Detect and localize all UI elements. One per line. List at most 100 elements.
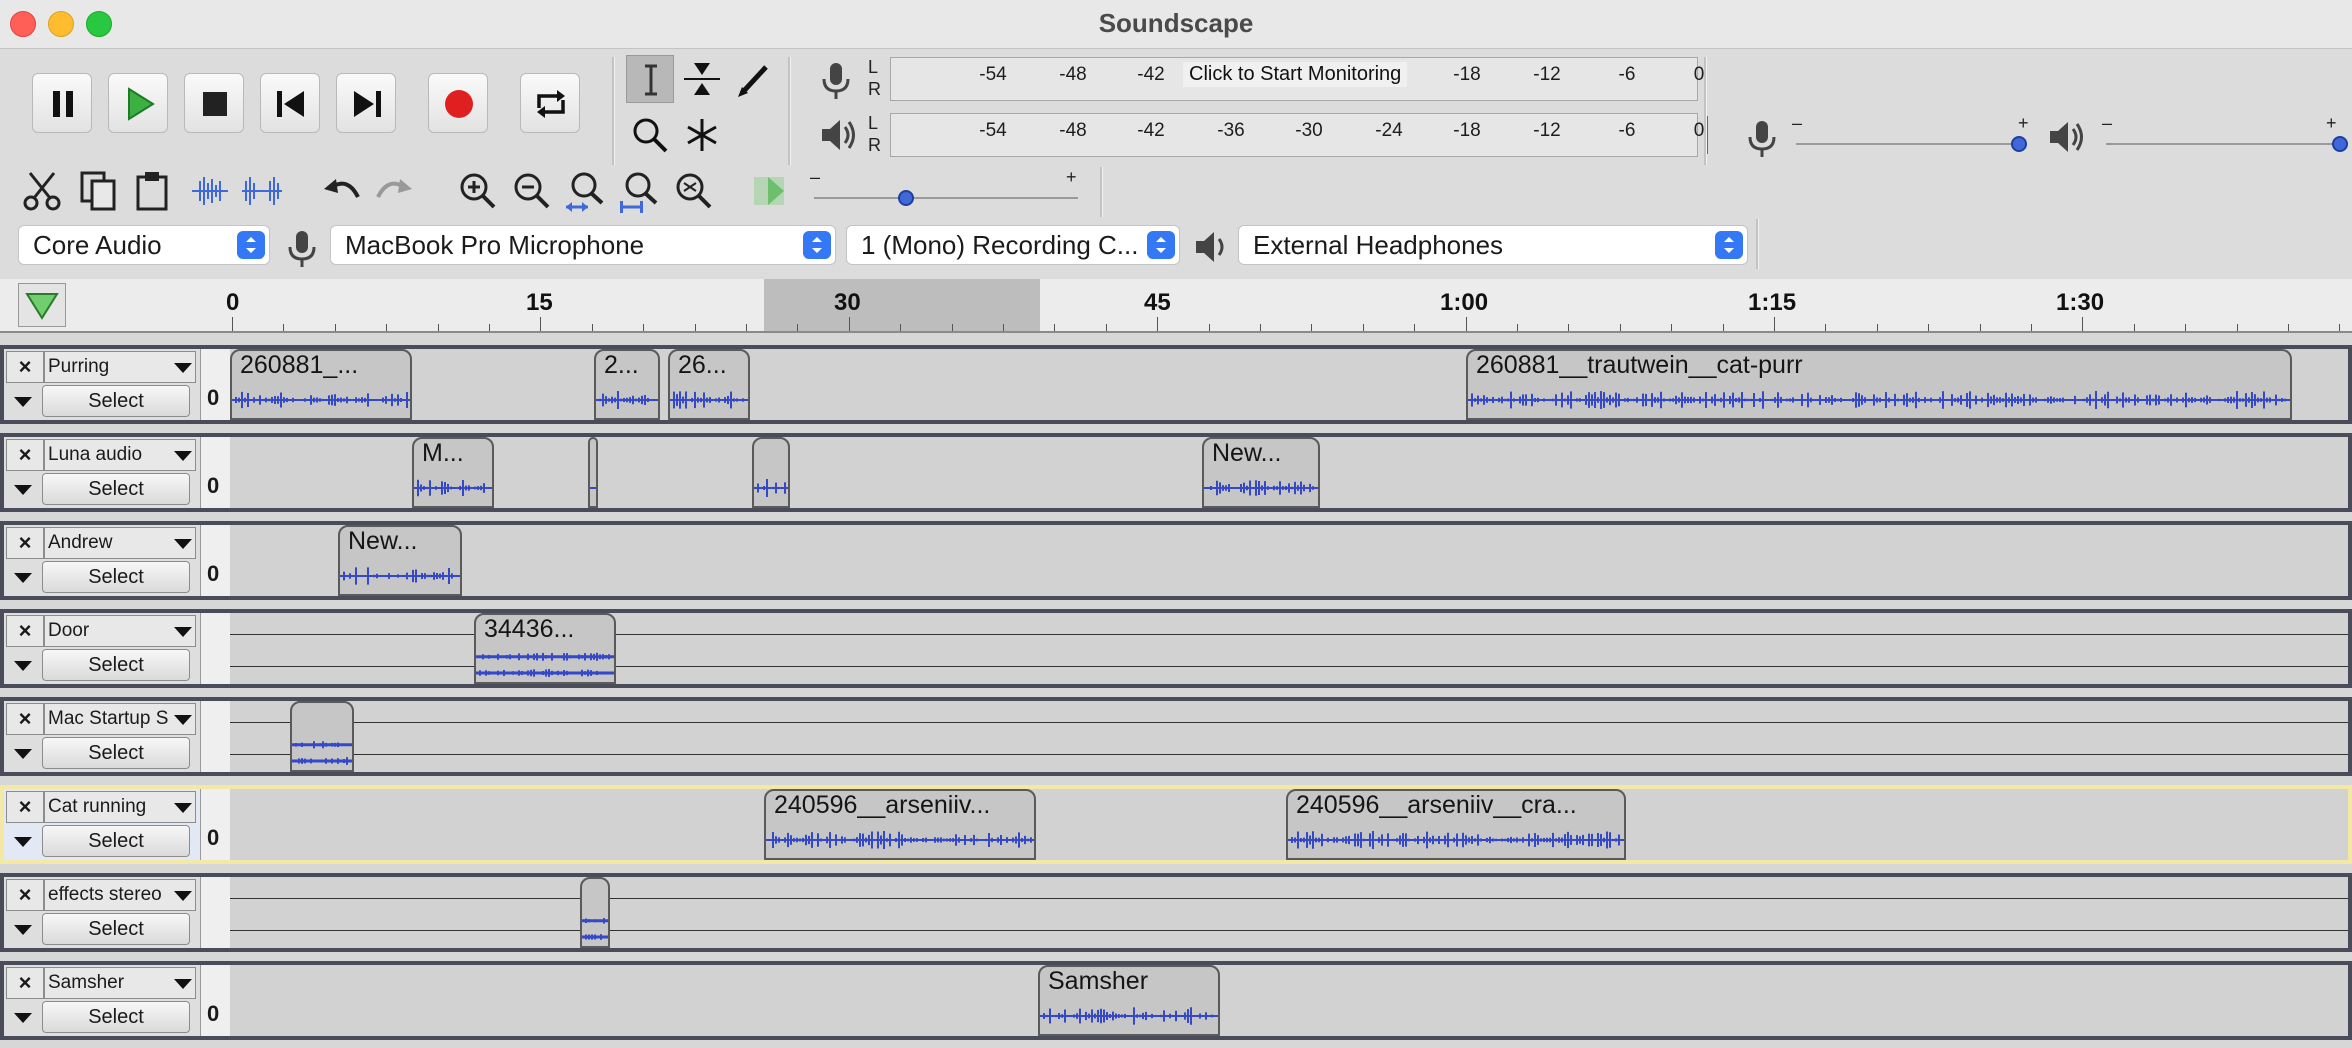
audio-clip[interactable] bbox=[290, 701, 354, 772]
select-track-button[interactable]: Select bbox=[42, 649, 190, 681]
silence-audio-icon[interactable] bbox=[238, 167, 286, 215]
collapse-track-arrow-icon[interactable] bbox=[6, 915, 40, 945]
recording-volume-slider[interactable] bbox=[1796, 143, 2026, 145]
track[interactable]: × effects stereo Select bbox=[0, 873, 2352, 952]
track[interactable]: × Door Select 34436... bbox=[0, 609, 2352, 688]
playback-volume-slider[interactable] bbox=[2106, 143, 2340, 145]
play-at-speed-slider[interactable] bbox=[814, 197, 1078, 199]
close-track-button[interactable]: × bbox=[6, 791, 44, 823]
select-track-button[interactable]: Select bbox=[42, 385, 190, 417]
track-menu-arrow-icon[interactable] bbox=[168, 879, 198, 911]
play-at-speed-icon[interactable] bbox=[748, 167, 796, 215]
collapse-track-arrow-icon[interactable] bbox=[6, 739, 40, 769]
track-menu-arrow-icon[interactable] bbox=[168, 791, 198, 823]
close-track-button[interactable]: × bbox=[6, 615, 44, 647]
clip-name[interactable]: 26... bbox=[678, 351, 727, 380]
track-clip-area[interactable] bbox=[230, 877, 2348, 948]
play-button[interactable] bbox=[108, 73, 168, 133]
select-track-button[interactable]: Select bbox=[42, 737, 190, 769]
track-clip-area[interactable]: M... New... bbox=[230, 437, 2348, 508]
undo-icon[interactable] bbox=[318, 167, 366, 215]
track-clip-area[interactable]: 260881_... 2... 26... 260881__trautwein__ca… bbox=[230, 349, 2348, 420]
playback-meter-speaker-icon[interactable] bbox=[812, 111, 860, 159]
close-track-button[interactable]: × bbox=[6, 967, 44, 999]
selected-time-region[interactable] bbox=[764, 279, 1040, 331]
track-menu-arrow-icon[interactable] bbox=[168, 351, 198, 383]
track-control-panel[interactable]: × Luna audio Select 0 bbox=[4, 437, 231, 508]
paste-icon[interactable] bbox=[128, 167, 176, 215]
select-track-button[interactable]: Select bbox=[42, 473, 190, 505]
multi-tool-icon[interactable] bbox=[678, 111, 726, 159]
zoom-out-icon[interactable] bbox=[508, 167, 556, 215]
track-clip-area[interactable]: Samsher bbox=[230, 965, 2348, 1036]
track-control-panel[interactable]: × Samsher Select 0 bbox=[4, 965, 231, 1036]
track-clip-area[interactable]: 240596__arseniiv... 240596__arseniiv__cra… bbox=[230, 789, 2348, 860]
recording-volume-slider-knob[interactable] bbox=[2011, 136, 2028, 152]
playback-meter-bar[interactable]: -54 -48 -42 -36 -30 -24 -18 -12 -6 0 bbox=[890, 113, 1708, 157]
audio-clip[interactable]: Samsher bbox=[1038, 965, 1220, 1036]
track-menu-arrow-icon[interactable] bbox=[168, 615, 198, 647]
audio-clip[interactable]: 260881_... bbox=[230, 349, 412, 420]
fit-selection-icon[interactable] bbox=[562, 167, 610, 215]
zoom-tool-icon[interactable] bbox=[626, 111, 674, 159]
stop-button[interactable] bbox=[184, 73, 244, 133]
close-track-button[interactable]: × bbox=[6, 879, 44, 911]
timeline-ruler[interactable]: 0 15 30 45 1:00 1:15 1:30 bbox=[0, 279, 2352, 333]
output-device-select[interactable]: External Headphones bbox=[1238, 225, 1748, 265]
track[interactable]: × Luna audio Select 0 M... New... bbox=[0, 433, 2352, 512]
record-button[interactable] bbox=[428, 73, 488, 133]
track-control-panel[interactable]: × effects stereo Select bbox=[4, 877, 231, 948]
audio-clip[interactable] bbox=[580, 877, 610, 948]
clip-name[interactable]: Samsher bbox=[1048, 967, 1148, 996]
track-control-panel[interactable]: × Purring Select 0 bbox=[4, 349, 231, 420]
collapse-track-arrow-icon[interactable] bbox=[6, 475, 40, 505]
pause-button[interactable] bbox=[32, 73, 92, 133]
clip-name[interactable]: New... bbox=[348, 527, 417, 556]
audio-clip[interactable]: 2... bbox=[594, 349, 660, 420]
clip-name[interactable]: 260881__trautwein__cat-purr bbox=[1476, 351, 1803, 380]
track-menu-arrow-icon[interactable] bbox=[168, 967, 198, 999]
select-track-button[interactable]: Select bbox=[42, 913, 190, 945]
track[interactable]: × Andrew Select 0 New... bbox=[0, 521, 2352, 600]
audio-clip[interactable]: 34436... bbox=[474, 613, 616, 684]
audio-clip[interactable] bbox=[752, 437, 790, 508]
playback-volume-slider-knob[interactable] bbox=[2332, 136, 2348, 152]
clip-name[interactable]: 240596__arseniiv... bbox=[774, 791, 990, 820]
redo-icon[interactable] bbox=[370, 167, 418, 215]
clip-name[interactable]: 34436... bbox=[484, 615, 574, 644]
clip-name[interactable]: M... bbox=[422, 439, 464, 468]
record-meter-bar[interactable]: -54 -48 -42 Click to Start Monitoring -1… bbox=[890, 57, 1704, 101]
track[interactable]: × Cat running Select 0 240596__arseniiv.… bbox=[0, 785, 2352, 864]
loop-button[interactable] bbox=[520, 73, 580, 133]
clip-name[interactable]: New... bbox=[1212, 439, 1281, 468]
skip-to-start-button[interactable] bbox=[260, 73, 320, 133]
input-device-select[interactable]: MacBook Pro Microphone bbox=[330, 225, 836, 265]
clip-name[interactable]: 260881_... bbox=[240, 351, 358, 380]
audio-clip[interactable]: 26... bbox=[668, 349, 750, 420]
audio-clip[interactable]: M... bbox=[412, 437, 494, 508]
track[interactable]: × Samsher Select 0 Samsher bbox=[0, 961, 2352, 1040]
collapse-track-arrow-icon[interactable] bbox=[6, 827, 40, 857]
skip-to-end-button[interactable] bbox=[336, 73, 396, 133]
select-track-button[interactable]: Select bbox=[42, 825, 190, 857]
track-control-panel[interactable]: × Andrew Select 0 bbox=[4, 525, 231, 596]
track-menu-arrow-icon[interactable] bbox=[168, 527, 198, 559]
playback-meter[interactable]: L R -54 -48 -42 -36 -30 -24 -18 -12 -6 0 bbox=[868, 113, 1708, 157]
collapse-track-arrow-icon[interactable] bbox=[6, 1003, 40, 1033]
selection-tool-icon[interactable] bbox=[626, 55, 674, 103]
trim-audio-icon[interactable] bbox=[186, 167, 234, 215]
record-meter-microphone-icon[interactable] bbox=[812, 55, 860, 103]
copy-icon[interactable] bbox=[74, 167, 122, 215]
audio-clip[interactable]: New... bbox=[1202, 437, 1320, 508]
track-control-panel[interactable]: × Cat running Select 0 bbox=[4, 789, 231, 860]
select-track-button[interactable]: Select bbox=[42, 1001, 190, 1033]
audio-host-select[interactable]: Core Audio bbox=[18, 225, 270, 265]
track[interactable]: × Mac Startup S Select bbox=[0, 697, 2352, 776]
draw-tool-icon[interactable] bbox=[730, 55, 778, 103]
audio-clip[interactable]: 260881__trautwein__cat-purr bbox=[1466, 349, 2292, 420]
recording-channels-select[interactable]: 1 (Mono) Recording C... bbox=[846, 225, 1180, 265]
track[interactable]: × Purring Select 0 260881_... 2... 26... 26… bbox=[0, 345, 2352, 424]
close-track-button[interactable]: × bbox=[6, 527, 44, 559]
envelope-tool-icon[interactable] bbox=[678, 55, 726, 103]
audio-clip[interactable]: New... bbox=[338, 525, 462, 596]
